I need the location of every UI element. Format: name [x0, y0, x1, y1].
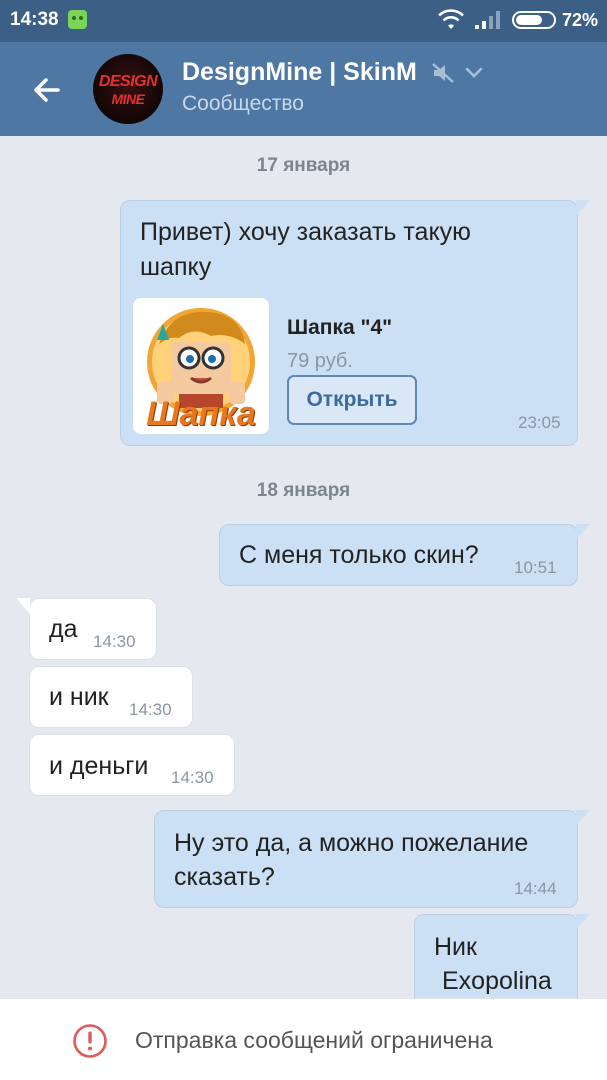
chat-title[interactable]: DesignMine | SkinM	[182, 58, 417, 87]
message-incoming[interactable]: да 14:30	[29, 598, 157, 660]
message-text: Ник	[434, 933, 477, 961]
message-text: Exopolina	[442, 967, 552, 995]
message-outgoing[interactable]: Ник Exopolina	[414, 914, 578, 998]
message-time: 14:30	[171, 768, 214, 787]
message-text: сказать?	[174, 863, 275, 891]
attachment-title: Шапка "4"	[287, 316, 393, 339]
attachment-thumb-label: Шапка	[146, 395, 256, 433]
message-outgoing[interactable]: С меня только скин? 10:51	[219, 524, 578, 586]
battery-fill	[516, 15, 542, 25]
message-outgoing[interactable]: Привет) хочу заказать такую шапку Шапка …	[120, 200, 578, 446]
exclamation-circle-icon	[73, 1024, 107, 1058]
message-text: да	[49, 615, 78, 643]
avatar-logo-line1: DESIGN	[98, 73, 158, 90]
bubble-tail	[576, 810, 590, 826]
bubble-tail	[576, 914, 590, 930]
message-text: Привет) хочу заказать такую	[140, 218, 471, 246]
wifi-icon	[438, 9, 464, 29]
message-list[interactable]: 17 января Привет) хочу заказать такую ша…	[0, 136, 607, 998]
message-incoming[interactable]: и ник 14:30	[29, 666, 193, 728]
message-time: 23:05	[518, 413, 561, 432]
status-time: 14:38	[10, 9, 59, 30]
arrow-left-icon[interactable]	[24, 68, 68, 112]
bubble-tail	[576, 200, 590, 216]
notification-app-icon	[68, 10, 87, 29]
message-text: шапку	[140, 253, 212, 281]
message-text: и деньги	[49, 752, 149, 780]
message-time: 14:30	[93, 632, 136, 651]
restriction-bar: Отправка сообщений ограничена	[0, 998, 607, 1080]
avatar-logo-line2: MINE	[111, 91, 146, 107]
avatar[interactable]: DESIGN MINE	[93, 54, 163, 124]
chat-subtitle: Сообщество	[182, 92, 304, 115]
bubble-tail	[16, 598, 30, 614]
restriction-message: Отправка сообщений ограничена	[135, 1027, 493, 1053]
chat-header: DESIGN MINE DesignMine | SkinM Сообществ…	[0, 42, 607, 136]
bubble-tail	[576, 524, 590, 540]
message-time: 14:44	[514, 879, 557, 898]
attachment-price: 79 руб.	[287, 350, 353, 372]
message-time: 14:30	[129, 700, 172, 719]
message-incoming[interactable]: и деньги 14:30	[29, 734, 235, 796]
open-button[interactable]: Открыть	[287, 375, 417, 425]
message-outgoing[interactable]: Ну это да, а можно пожелание сказать? 14…	[154, 810, 578, 908]
date-separator: 17 января	[256, 155, 351, 176]
muted-speaker-icon	[432, 63, 454, 83]
status-bar: 14:38 72%	[0, 0, 607, 42]
chevron-down-icon[interactable]	[465, 66, 483, 80]
message-text: и ник	[49, 683, 109, 711]
attachment-thumbnail[interactable]: Шапка	[133, 298, 269, 434]
signal-icon	[475, 11, 500, 29]
message-text: С меня только скин?	[239, 541, 479, 569]
battery-icon	[512, 11, 556, 29]
message-time: 10:51	[514, 558, 557, 577]
battery-percent: 72%	[562, 10, 599, 30]
message-text: Ну это да, а можно пожелание	[174, 829, 529, 857]
date-separator: 18 января	[256, 480, 351, 501]
